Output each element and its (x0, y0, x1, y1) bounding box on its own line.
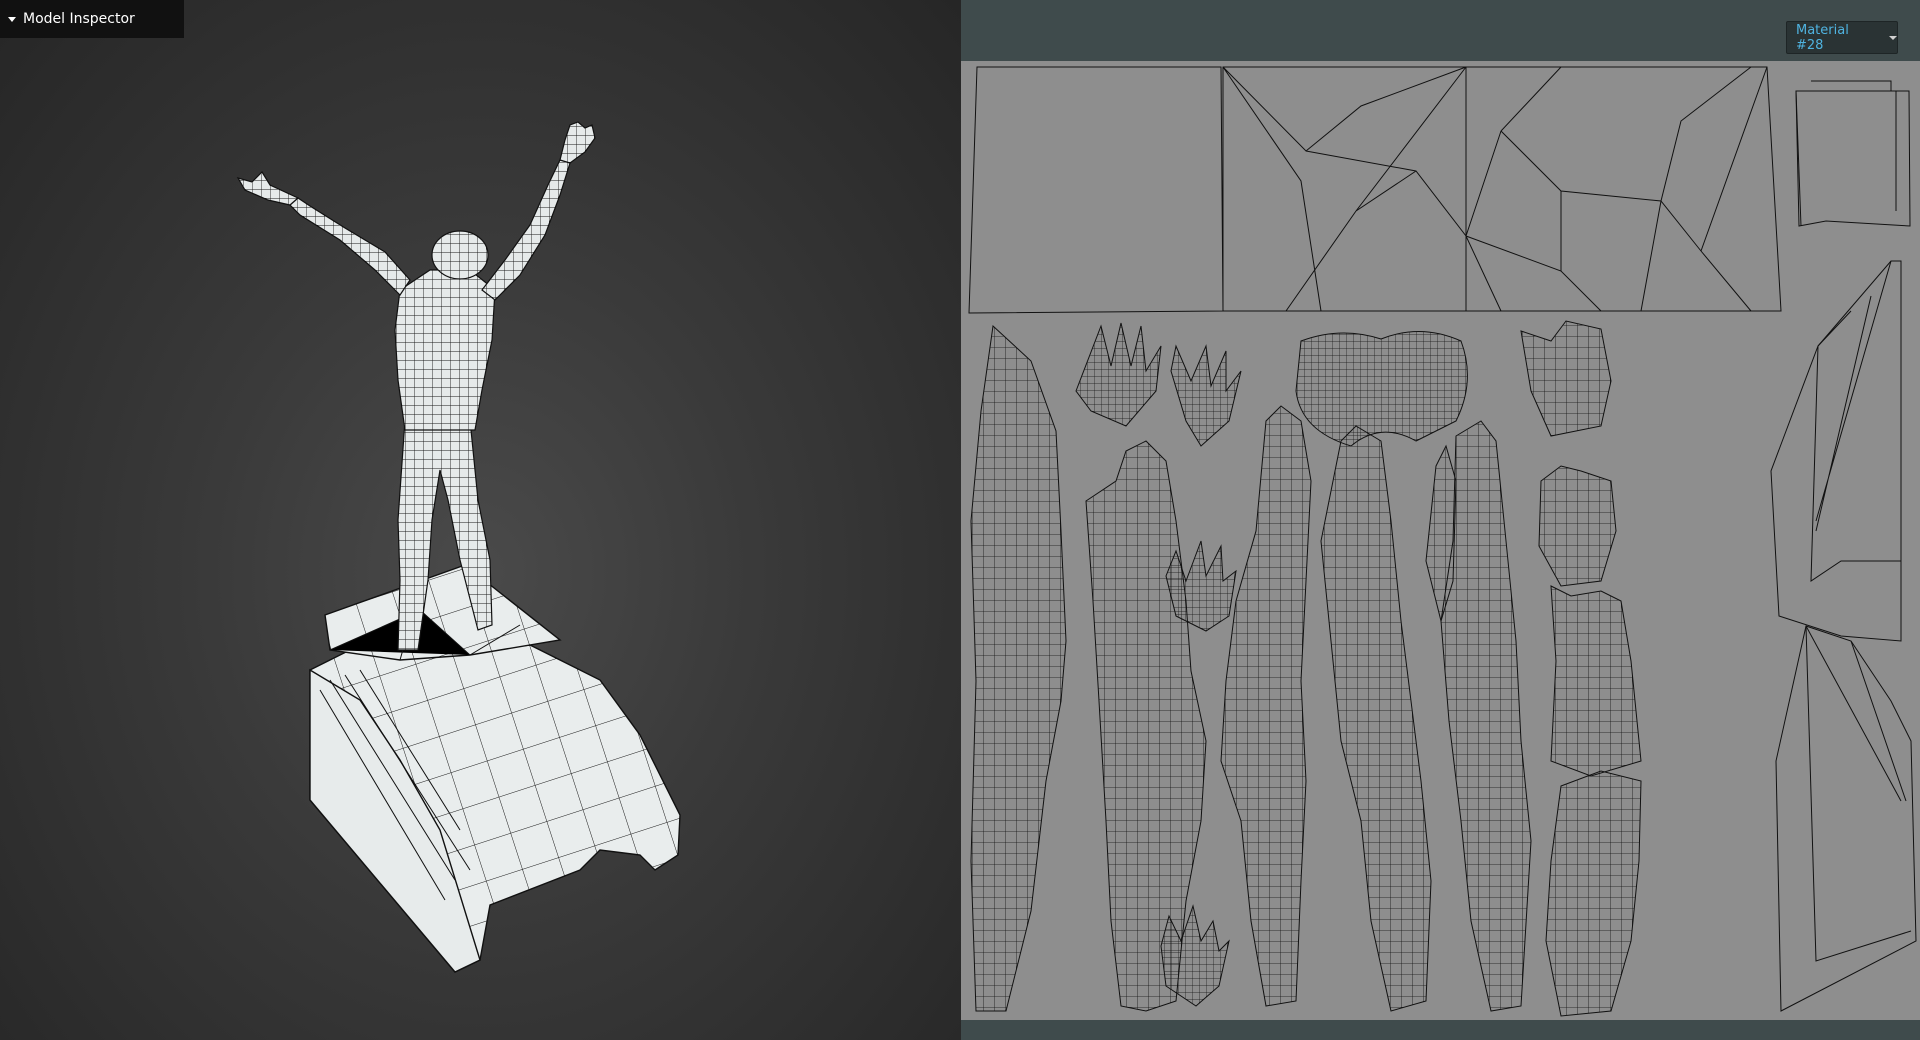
caret-down-icon (8, 16, 16, 22)
uv-island-head (1295, 331, 1468, 447)
uv-islands (968, 66, 1917, 1017)
uv-island-side-b (1775, 625, 1917, 1012)
human-figure (236, 121, 596, 651)
uv-island-strip (970, 324, 1067, 1012)
statue-wireframe-model[interactable] (0, 0, 961, 1040)
material-dropdown[interactable]: Material #28 (1786, 21, 1898, 54)
uv-layout-canvas[interactable] (961, 61, 1920, 1020)
model-inspector-title: Model Inspector (23, 11, 135, 27)
pedestal (309, 564, 681, 973)
uv-island-box (1795, 90, 1911, 227)
chevron-down-icon (1889, 35, 1897, 40)
material-dropdown-label: Material #28 (1796, 22, 1849, 53)
uv-island-pedestal-top (968, 66, 1782, 314)
3d-viewport[interactable]: Model Inspector (0, 0, 961, 1040)
model-inspector-toggle[interactable]: Model Inspector (0, 0, 184, 38)
